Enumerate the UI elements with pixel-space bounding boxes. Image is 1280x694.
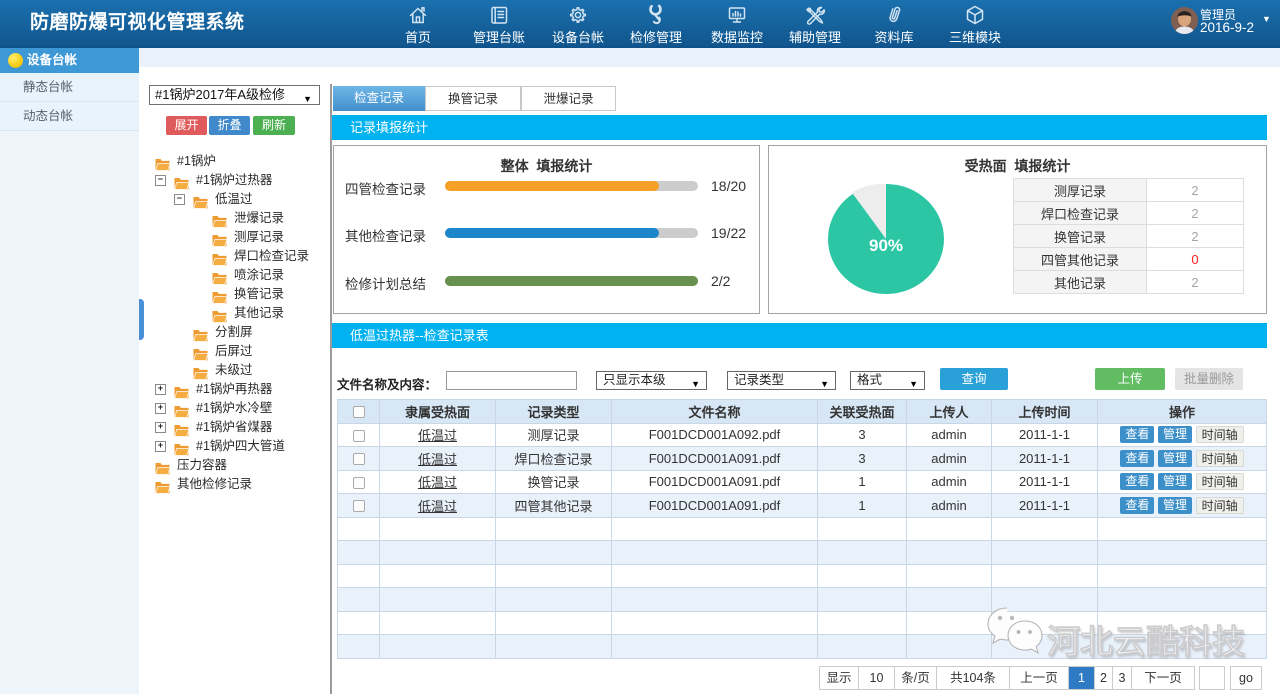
svg-text:90%: 90% — [869, 236, 903, 255]
